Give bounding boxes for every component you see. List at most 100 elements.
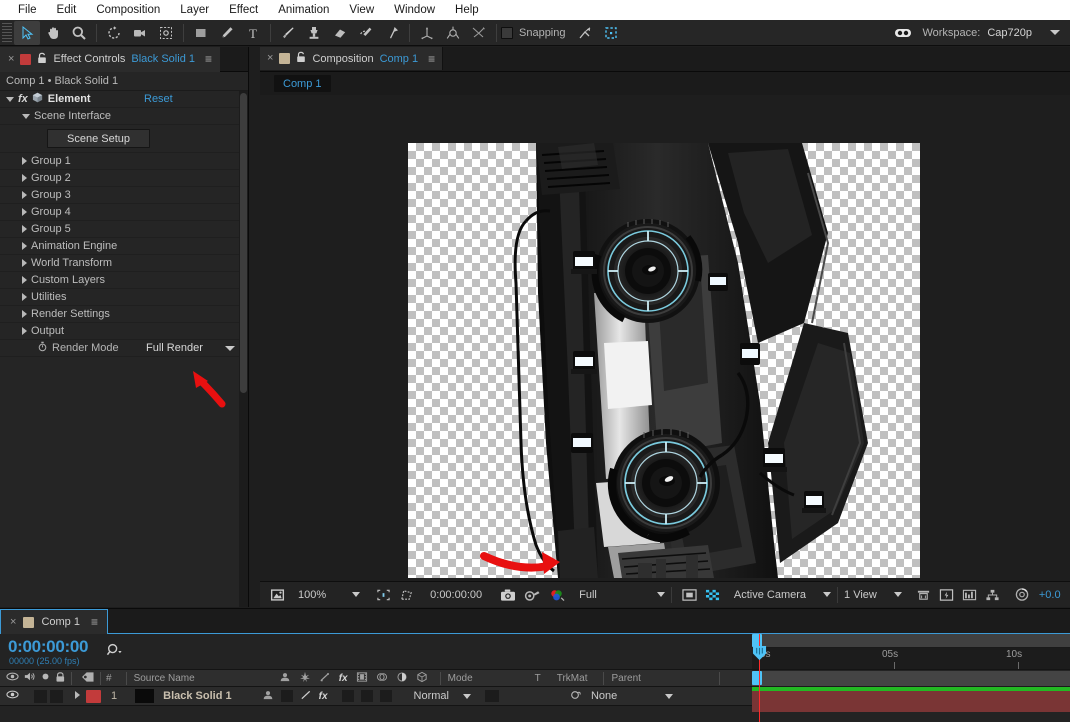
chevron-down-icon[interactable] — [224, 345, 235, 351]
workspace-dropdown-arrow[interactable] — [1050, 30, 1060, 35]
motion-blur-switch-icon[interactable] — [376, 671, 388, 686]
effect-controls-scrollbar[interactable] — [239, 91, 248, 607]
show-channel-button[interactable] — [545, 586, 569, 604]
close-icon[interactable]: × — [8, 53, 14, 65]
disclosure-triangle-down-icon[interactable] — [22, 113, 30, 119]
shape-tool[interactable] — [188, 21, 214, 45]
disclosure-triangle-right-icon[interactable] — [22, 225, 27, 233]
snap-arrow-icon[interactable] — [572, 21, 598, 45]
layer-name[interactable]: Black Solid 1 — [163, 690, 231, 702]
column-header-source-name[interactable]: Source Name — [134, 673, 195, 684]
disclosure-triangle-right-icon[interactable] — [22, 293, 27, 301]
pan-behind-tool[interactable] — [153, 21, 179, 45]
panel-menu-icon[interactable]: ≡ — [428, 52, 435, 66]
motion-blur-switch-cell[interactable] — [360, 690, 373, 702]
close-icon[interactable]: × — [267, 53, 273, 64]
eye-icon[interactable] — [6, 671, 19, 685]
layer-duration-bar[interactable] — [752, 691, 1070, 712]
menu-item-window[interactable]: Window — [384, 0, 445, 20]
zoom-level-value[interactable]: 100% — [298, 589, 326, 601]
hand-tool[interactable] — [40, 21, 66, 45]
workspace-control[interactable]: Workspace: Cap720p — [890, 23, 1070, 43]
scrollbar-thumb[interactable] — [240, 93, 247, 393]
disclosure-triangle-right-icon[interactable] — [22, 259, 27, 267]
disclosure-triangle-right-icon[interactable] — [22, 327, 27, 335]
group-group-4[interactable]: Group 4 — [0, 204, 248, 221]
group-animation-engine[interactable]: Animation Engine — [0, 238, 248, 255]
puppet-pin-tool[interactable] — [379, 21, 405, 45]
layer-disclosure-triangle-icon[interactable] — [75, 690, 84, 702]
playhead[interactable] — [752, 634, 767, 722]
timeline-button[interactable] — [958, 586, 981, 604]
disclosure-triangle-right-icon[interactable] — [22, 208, 27, 216]
toggle-pixel-aspect-button[interactable] — [701, 586, 724, 604]
group-scene-interface[interactable]: Scene Interface — [0, 108, 248, 125]
scene-setup-button[interactable]: Scene Setup — [47, 129, 150, 148]
pixel-aspect-correction-button[interactable] — [912, 586, 935, 604]
zoom-dropdown-arrow[interactable] — [352, 592, 361, 597]
disclosure-triangle-down-icon[interactable] — [6, 96, 14, 102]
layer-mode-dropdown[interactable]: Normal — [414, 690, 471, 702]
dotted-square-icon[interactable] — [598, 21, 624, 45]
layer-solo-toggle[interactable] — [50, 689, 63, 703]
column-header-mode[interactable]: Mode — [448, 673, 473, 684]
timeline-current-time[interactable]: 0:00:00:00 — [8, 638, 88, 655]
disclosure-triangle-right-icon[interactable] — [22, 191, 27, 199]
column-header-trkmat[interactable]: TrkMat — [557, 673, 588, 684]
disclosure-triangle-right-icon[interactable] — [22, 174, 27, 182]
quality-switch-icon[interactable] — [300, 689, 312, 704]
time-ruler[interactable]: 0s 05s 10s — [752, 648, 1070, 670]
group-render-settings[interactable]: Render Settings — [0, 306, 248, 323]
pen-tool[interactable] — [214, 21, 240, 45]
axis-view-icon[interactable] — [466, 21, 492, 45]
effects-switch-icon[interactable]: fx — [319, 691, 328, 702]
type-tool[interactable]: T — [240, 21, 266, 45]
work-area-marker[interactable] — [752, 671, 762, 685]
group-group-2[interactable]: Group 2 — [0, 170, 248, 187]
reset-link[interactable]: Reset — [144, 93, 173, 105]
menu-item-edit[interactable]: Edit — [47, 0, 87, 20]
camera-tool[interactable] — [127, 21, 153, 45]
frame-blend-switch-cell[interactable] — [341, 690, 354, 702]
brush-tool[interactable] — [275, 21, 301, 45]
column-header-parent[interactable]: Parent — [611, 673, 640, 684]
menu-item-help[interactable]: Help — [445, 0, 489, 20]
group-group-1[interactable]: Group 1 — [0, 153, 248, 170]
collapse-transformations-icon[interactable] — [299, 671, 311, 686]
rotation-tool[interactable] — [101, 21, 127, 45]
timeline-track-area[interactable]: 0s 05s 10s — [752, 634, 1070, 722]
tab-timeline-comp1[interactable]: × Comp 1 ≡ — [0, 609, 108, 634]
group-utilities[interactable]: Utilities — [0, 289, 248, 306]
group-output[interactable]: Output — [0, 323, 248, 340]
toolbar-grip[interactable] — [2, 22, 12, 43]
view-layout-value[interactable]: 1 View — [844, 589, 877, 601]
menu-item-layer[interactable]: Layer — [170, 0, 219, 20]
workspace-icon[interactable] — [890, 21, 916, 45]
menu-item-animation[interactable]: Animation — [268, 0, 339, 20]
menu-item-composition[interactable]: Composition — [86, 0, 170, 20]
disclosure-triangle-right-icon[interactable] — [22, 310, 27, 318]
layer-parent-control[interactable]: None — [569, 689, 674, 704]
effect-header-element[interactable]: fx Element Reset — [0, 91, 248, 108]
group-custom-layers[interactable]: Custom Layers — [0, 272, 248, 289]
menu-item-effect[interactable]: Effect — [219, 0, 268, 20]
parent-pickwhip-icon[interactable] — [569, 689, 582, 704]
frame-blending-switch-icon[interactable] — [356, 671, 368, 686]
solo-icon[interactable] — [40, 671, 51, 685]
3d-layer-switch-icon[interactable] — [416, 671, 428, 686]
track-matte-cell[interactable] — [484, 690, 499, 702]
table-row[interactable]: 1 Black Solid 1 fx Normal None — [0, 687, 752, 706]
composition-viewport[interactable] — [260, 95, 1070, 581]
disclosure-triangle-right-icon[interactable] — [22, 157, 27, 165]
quality-switch-icon[interactable] — [319, 671, 331, 686]
panel-menu-icon[interactable]: ≡ — [91, 615, 98, 629]
disclosure-triangle-right-icon[interactable] — [22, 276, 27, 284]
roto-brush-tool[interactable] — [353, 21, 379, 45]
layer-audio-toggle[interactable] — [34, 689, 47, 703]
collapse-switch-cell[interactable] — [280, 690, 293, 702]
tab-composition[interactable]: × Composition Comp 1 ≡ — [260, 47, 444, 70]
tab-effect-controls[interactable]: × Effect Controls Black Solid 1 ≡ — [0, 46, 220, 72]
timeline-timecode-block[interactable]: 0:00:00:00 00000 (25.00 fps) — [0, 634, 88, 670]
comp-nav-tab[interactable]: Comp 1 — [274, 75, 331, 92]
workspace-value[interactable]: Cap720p — [987, 27, 1032, 39]
